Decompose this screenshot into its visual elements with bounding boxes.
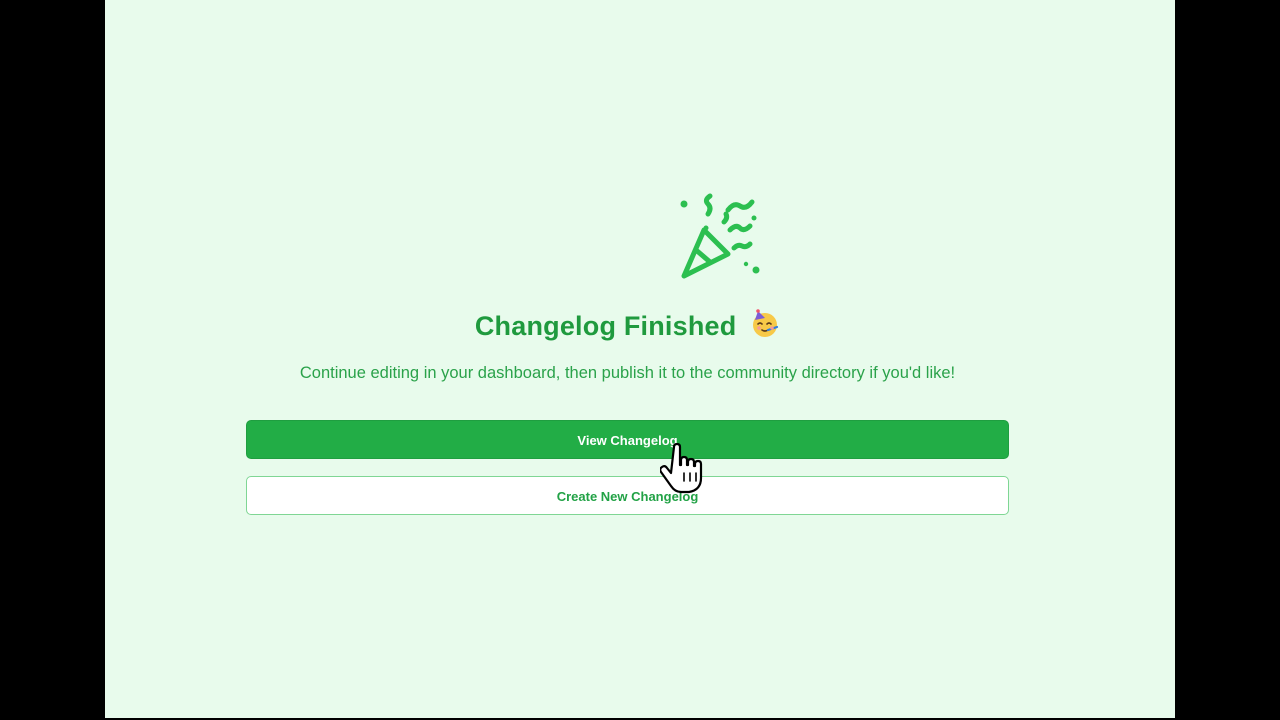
- create-new-changelog-button[interactable]: Create New Changelog: [246, 476, 1009, 515]
- hand-pointer-icon: [660, 443, 703, 494]
- completion-dialog: Changelog Finished Continue editing in y…: [246, 0, 1009, 718]
- dialog-title: Changelog Finished: [246, 308, 1009, 342]
- party-popper-icon: [680, 193, 760, 279]
- view-changelog-button[interactable]: View Changelog: [246, 420, 1009, 459]
- dialog-title-text: Changelog Finished: [474, 311, 737, 341]
- partying-face-icon: [753, 309, 779, 337]
- app-viewport: Changelog Finished Continue editing in y…: [105, 0, 1175, 718]
- dialog-message: Continue editing in your dashboard, then…: [299, 364, 956, 382]
